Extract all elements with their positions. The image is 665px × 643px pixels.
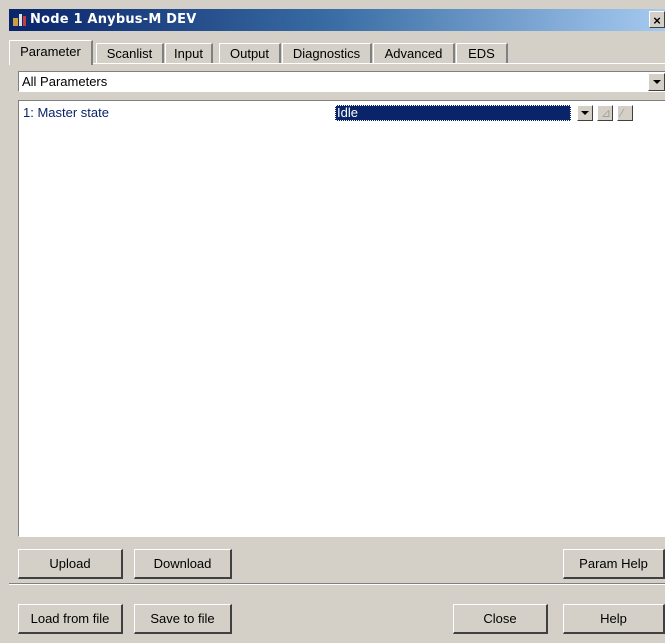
parameter-group-value: All Parameters xyxy=(22,74,108,89)
apply-icon[interactable]: ⊿ xyxy=(597,105,613,121)
load-from-file-button[interactable]: Load from file xyxy=(18,604,123,634)
param-help-button[interactable]: Param Help xyxy=(563,549,665,579)
save-to-file-button[interactable]: Save to file xyxy=(134,604,232,634)
tab-parameter[interactable]: Parameter xyxy=(9,40,93,65)
parameter-list[interactable]: 1: Master state Idle ⊿ ∕ xyxy=(18,100,665,537)
tab-output[interactable]: Output xyxy=(219,43,281,64)
parameter-value-select[interactable]: Idle xyxy=(335,105,571,121)
separator xyxy=(9,583,665,585)
window-title: Node 1 Anybus-M DEV xyxy=(30,12,197,27)
title-bar: Node 1 Anybus-M DEV × xyxy=(9,9,665,31)
tab-input[interactable]: Input xyxy=(165,43,213,64)
tab-eds[interactable]: EDS xyxy=(456,43,508,64)
edit-icon[interactable]: ∕ xyxy=(617,105,633,121)
tab-diagnostics[interactable]: Diagnostics xyxy=(282,43,372,64)
tab-divider xyxy=(9,63,665,64)
tab-scanlist[interactable]: Scanlist xyxy=(96,43,164,64)
download-button[interactable]: Download xyxy=(134,549,232,579)
parameter-label: 1: Master state xyxy=(23,105,109,120)
app-icon xyxy=(13,14,26,26)
chevron-down-icon[interactable] xyxy=(648,73,665,91)
upload-button[interactable]: Upload xyxy=(18,549,123,579)
parameter-group-select[interactable]: All Parameters xyxy=(18,71,665,92)
close-button[interactable]: Close xyxy=(453,604,548,634)
tab-advanced[interactable]: Advanced xyxy=(373,43,455,64)
chevron-down-icon[interactable] xyxy=(577,105,593,121)
tab-strip: Parameter Scanlist Input Output Diagnost… xyxy=(9,40,665,65)
close-icon[interactable]: × xyxy=(649,11,665,28)
help-button[interactable]: Help xyxy=(563,604,665,634)
